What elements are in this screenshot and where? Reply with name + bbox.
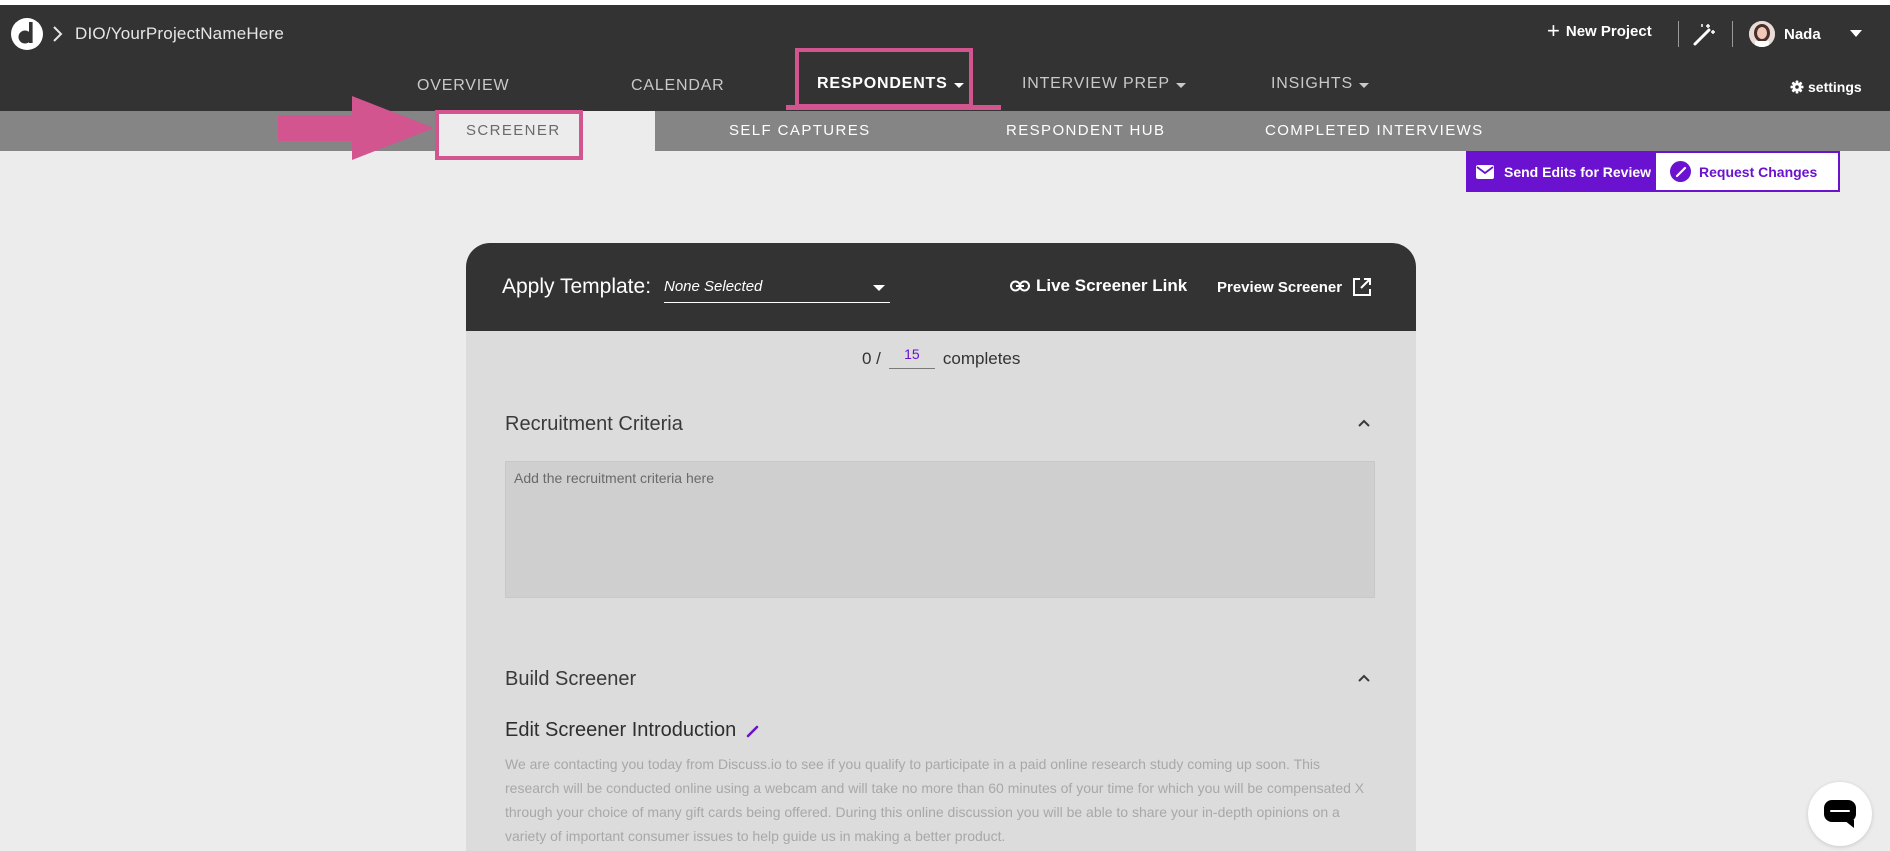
mail-icon — [1476, 164, 1494, 179]
intro-text[interactable]: We are contacting you today from Discuss… — [505, 752, 1377, 848]
recruitment-criteria-placeholder: Add the recruitment criteria here — [514, 470, 714, 486]
template-select[interactable]: None Selected — [664, 273, 890, 303]
completes-count: 0 / — [862, 349, 881, 368]
chat-icon — [1824, 800, 1856, 828]
nav-interview-prep-label: INTERVIEW PREP — [1022, 75, 1170, 92]
magic-wand-icon[interactable] — [1691, 22, 1717, 48]
chevron-up-icon[interactable] — [1357, 673, 1371, 683]
apply-template-label: Apply Template: — [502, 275, 652, 298]
new-project-button[interactable]: + New Project — [1547, 18, 1652, 43]
request-changes-button[interactable]: Request Changes — [1654, 151, 1840, 192]
nav-overview-label: OVERVIEW — [417, 77, 510, 94]
recruitment-criteria-field[interactable]: Add the recruitment criteria here — [505, 461, 1375, 598]
chevron-down-icon — [1175, 82, 1186, 88]
nav-calendar-label: CALENDAR — [631, 77, 725, 94]
send-edits-button[interactable]: Send Edits for Review — [1466, 151, 1654, 192]
arrow-right-icon — [278, 96, 434, 160]
template-select-value: None Selected — [664, 278, 763, 295]
nav-insights-label: INSIGHTS — [1271, 75, 1353, 92]
subnav-respondent-hub[interactable]: RESPONDENT HUB — [1006, 122, 1165, 139]
avatar[interactable] — [1749, 21, 1775, 47]
recruitment-criteria-title: Recruitment Criteria — [505, 413, 683, 435]
live-screener-link-label: Live Screener Link — [1036, 276, 1188, 295]
new-project-label: New Project — [1565, 22, 1652, 40]
subnav-self-captures[interactable]: SELF CAPTURES — [729, 122, 871, 139]
nav-insights[interactable]: INSIGHTS — [1271, 75, 1369, 93]
nav-calendar[interactable]: CALENDAR — [631, 77, 725, 95]
plus-icon: + — [1547, 18, 1560, 43]
screener-highlight-box — [435, 110, 583, 160]
chevron-down-icon — [1358, 82, 1369, 88]
gear-icon — [1790, 80, 1804, 94]
nav-highlight-box — [795, 48, 973, 108]
link-icon — [1010, 280, 1030, 292]
request-changes-label: Request Changes — [1699, 163, 1818, 180]
settings-label: settings — [1808, 79, 1862, 95]
completes-row: 0 / 15 completes — [862, 343, 1020, 369]
project-breadcrumb[interactable]: DIO/YourProjectNameHere — [75, 24, 284, 44]
preview-screener-label: Preview Screener — [1217, 278, 1343, 296]
live-screener-link[interactable]: Live Screener Link — [1010, 276, 1187, 296]
chat-button[interactable] — [1808, 782, 1872, 846]
build-screener-title: Build Screener — [505, 668, 637, 690]
chevron-down-icon[interactable] — [873, 285, 885, 291]
pencil-icon[interactable] — [746, 724, 760, 738]
chevron-up-icon[interactable] — [1357, 418, 1371, 428]
edit-intro-heading: Edit Screener Introduction — [505, 719, 760, 742]
preview-screener-button[interactable]: Preview Screener — [1217, 277, 1372, 297]
completes-label: completes — [942, 349, 1021, 368]
subnav-completed-interviews[interactable]: COMPLETED INTERVIEWS — [1265, 122, 1484, 139]
user-name[interactable]: Nada — [1784, 26, 1821, 43]
chevron-down-icon[interactable] — [1850, 30, 1862, 37]
send-edits-label: Send Edits for Review — [1504, 163, 1652, 180]
discuss-logo-icon[interactable] — [10, 17, 44, 51]
nav-interview-prep[interactable]: INTERVIEW PREP — [1022, 75, 1186, 93]
completes-target-input[interactable]: 15 — [888, 343, 935, 369]
pencil-icon — [1670, 161, 1691, 182]
settings-button[interactable]: settings — [1790, 79, 1862, 95]
nav-overview[interactable]: OVERVIEW — [417, 77, 509, 95]
chevron-right-icon — [53, 26, 63, 42]
edit-intro-title: Edit Screener Introduction — [505, 719, 737, 741]
external-link-icon — [1353, 278, 1372, 296]
header-divider — [1678, 21, 1679, 47]
header-divider — [1732, 21, 1733, 47]
